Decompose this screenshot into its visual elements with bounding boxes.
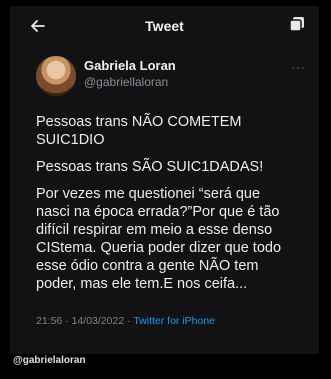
layers-icon[interactable] — [289, 16, 305, 32]
tweet-author: Gabriela Loran @gabriellaloran ··· — [36, 56, 306, 98]
top-bar: Tweet — [10, 6, 319, 46]
author-handle[interactable]: @gabriellaloran — [84, 75, 168, 89]
tweet-paragraph: Pessoas trans SÃO SUIC1DADAS! — [36, 159, 264, 175]
page-title: Tweet — [145, 18, 184, 34]
tweet-meta: 21:56 · 14/03/2022 · Twitter for iPhone — [36, 315, 215, 327]
tweet-text: Pessoas trans NÃO COMETEM SUIC1DIO Pesso… — [36, 113, 316, 302]
tweet-timestamp: 21:56 · 14/03/2022 · — [36, 315, 134, 327]
tweet-paragraph: Pessoas trans NÃO COMETEM SUIC1DIO — [36, 114, 242, 148]
avatar[interactable] — [36, 56, 76, 96]
tweet-source-link[interactable]: Twitter for iPhone — [133, 315, 215, 327]
more-options-icon[interactable]: ··· — [291, 60, 306, 74]
tweet-card: Tweet Gabriela Loran @gabriellaloran ···… — [10, 6, 319, 354]
watermark: @gabrielaloran — [13, 355, 86, 366]
tweet-paragraph: Por vezes me questionei “será que nasci … — [36, 186, 282, 292]
author-name[interactable]: Gabriela Loran — [84, 58, 176, 73]
